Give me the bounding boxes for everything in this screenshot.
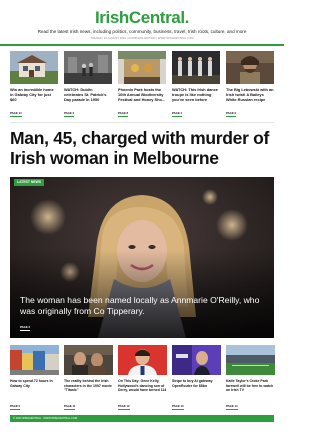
footer-text[interactable]: © 2024 IRISHCENTRAL · WWW.IRISHCENTRAL.C… — [13, 417, 77, 421]
story-thumbnail-lebowski[interactable] — [226, 51, 274, 84]
more-story-card[interactable]: Stripe to buy AI gateway OpenRouter for … — [172, 345, 221, 413]
lead-story-page[interactable]: PAGE 2 — [20, 325, 31, 331]
story-thumbnail-parade[interactable] — [64, 51, 112, 84]
latest-news-badge[interactable]: LATEST NEWS — [14, 179, 45, 186]
lead-story-image[interactable]: LATEST NEWS The woman has been named loc… — [10, 177, 274, 338]
more-story-title[interactable]: The reality behind the Irish characters … — [64, 379, 113, 393]
logo-dot: . — [184, 8, 190, 27]
top-story-title[interactable]: Phoenix Park hosts the 10th Annual Biodi… — [118, 87, 166, 103]
more-story-page[interactable]: PAGE 11 — [64, 404, 76, 410]
story-thumbnail-galway-home[interactable] — [10, 51, 58, 84]
top-story-card[interactable]: Phoenix Park hosts the 10th Annual Biodi… — [118, 51, 166, 121]
more-story-page[interactable]: PAGE 12 — [118, 404, 130, 410]
story-thumbnail-titanic[interactable] — [64, 345, 113, 375]
top-story-title[interactable]: Win an incredible home in Galway City fo… — [10, 87, 58, 103]
story-thumbnail-galway-street[interactable] — [10, 345, 59, 375]
more-story-page[interactable]: PAGE 5 — [10, 404, 21, 410]
top-story-title[interactable]: WATCH: This Irish dance troupe is like n… — [172, 87, 220, 103]
top-story-page[interactable]: PAGE 6 — [226, 111, 237, 117]
logo-central: Central — [128, 8, 185, 27]
lead-headline[interactable]: Man, 45, charged with murder of Irish wo… — [10, 128, 274, 168]
more-story-page[interactable]: PAGE 14 — [226, 404, 238, 410]
edition-dateline: TUESDAY 20 AUGUST 2024 | COMPLETE EDITIO… — [90, 37, 194, 40]
story-thumbnail-gene-kelly[interactable] — [118, 345, 167, 375]
logo-irish: Irish — [94, 8, 129, 27]
top-story-card[interactable]: The Big Lebowski with an Irish twist! A … — [226, 51, 274, 121]
story-thumbnail-phoenix-park[interactable] — [118, 51, 166, 84]
more-stories-row: How to spend 72 hours in Galway City PAG… — [10, 345, 275, 413]
top-story-title[interactable]: WATCH: Dublin celebrates St. Patrick's D… — [64, 87, 112, 103]
more-story-title[interactable]: On This Day: Gene Kelly, Hollywood's dan… — [118, 379, 167, 393]
more-story-card[interactable]: On This Day: Gene Kelly, Hollywood's dan… — [118, 345, 167, 413]
top-story-card[interactable]: WATCH: Dublin celebrates St. Patrick's D… — [64, 51, 112, 121]
section-divider — [10, 122, 274, 123]
more-story-title[interactable]: Katie Taylor's Croke Park farewell will … — [226, 379, 275, 393]
top-story-page[interactable]: PAGE 8 — [118, 111, 129, 117]
page-footer: © 2024 IRISHCENTRAL · WWW.IRISHCENTRAL.C… — [10, 415, 274, 422]
more-story-card[interactable]: The reality behind the Irish characters … — [64, 345, 113, 413]
top-story-page[interactable]: PAGE 4 — [172, 111, 183, 117]
top-story-card[interactable]: Win an incredible home in Galway City fo… — [10, 51, 58, 121]
story-thumbnail-croke-park[interactable] — [226, 345, 275, 375]
lead-story-caption[interactable]: The woman has been named locally as Annm… — [20, 295, 268, 316]
site-logo[interactable]: IrishCentral. — [0, 9, 284, 27]
top-story-page[interactable]: PAGE 3 — [64, 111, 75, 117]
top-stories-row: Win an incredible home in Galway City fo… — [10, 51, 274, 121]
site-tagline: Read the latest Irish news, including po… — [37, 29, 247, 34]
more-story-title[interactable]: Stripe to buy AI gateway OpenRouter for … — [172, 379, 221, 388]
top-story-page[interactable]: PAGE 14 — [10, 111, 22, 117]
top-story-card[interactable]: WATCH: This Irish dance troupe is like n… — [172, 51, 220, 121]
story-thumbnail-dance-troupe[interactable] — [172, 51, 220, 84]
more-story-title[interactable]: How to spend 72 hours in Galway City — [10, 379, 59, 388]
more-story-page[interactable]: PAGE 13 — [172, 404, 184, 410]
masthead-divider — [0, 44, 284, 46]
top-story-title[interactable]: The Big Lebowski with an Irish twist! A … — [226, 87, 274, 103]
more-story-card[interactable]: Katie Taylor's Croke Park farewell will … — [226, 345, 275, 413]
more-story-card[interactable]: How to spend 72 hours in Galway City PAG… — [10, 345, 59, 413]
story-thumbnail-stripe[interactable] — [172, 345, 221, 375]
